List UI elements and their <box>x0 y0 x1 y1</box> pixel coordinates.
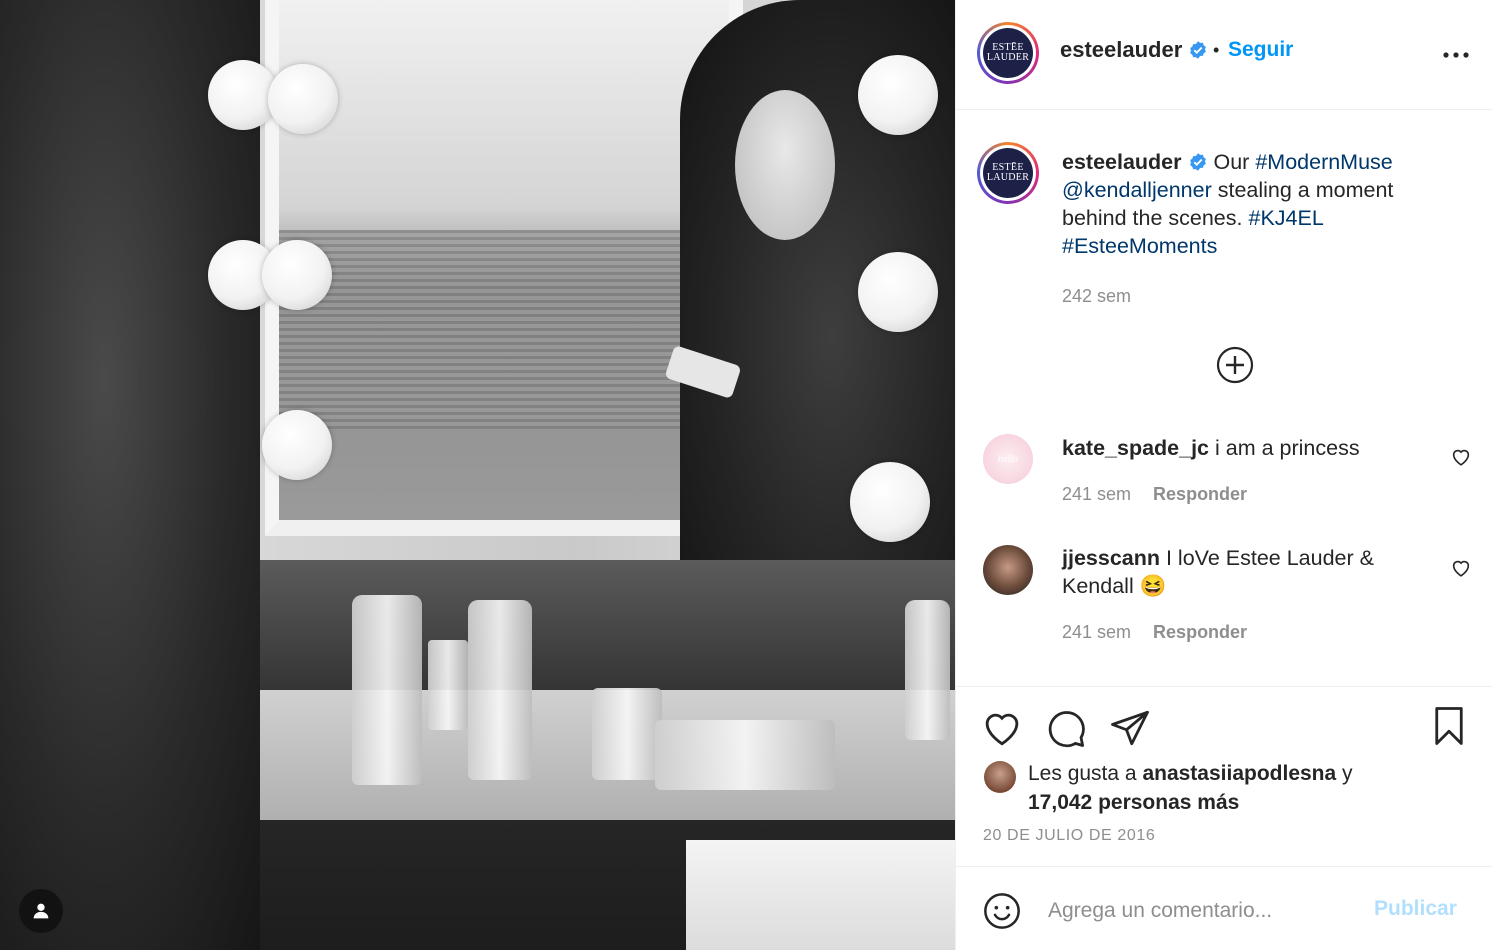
caption-author-avatar[interactable]: ESTĒE LAUDER <box>977 142 1039 204</box>
liker-avatar[interactable] <box>984 761 1016 793</box>
photo-foreground-figure <box>0 0 260 950</box>
comment-item: kate_spade_jc i am a princess 241 sem Res… <box>1062 434 1432 508</box>
load-more-comments-icon[interactable] <box>1216 346 1254 384</box>
caption-username[interactable]: esteelauder <box>1062 150 1182 174</box>
more-options-icon <box>1443 52 1469 58</box>
photo-cup <box>428 640 468 730</box>
photo-blinds <box>279 230 729 430</box>
likes-count[interactable]: 17,042 personas más <box>1028 791 1239 814</box>
commenter-avatar[interactable] <box>983 545 1033 595</box>
post-photo[interactable] <box>0 0 955 950</box>
bookmark-icon[interactable] <box>1428 705 1470 747</box>
author-username[interactable]: esteelauder <box>1060 37 1182 62</box>
comment-item: jjesscann I loVe Estee Lauder & Kendall … <box>1062 544 1432 646</box>
emoji-icon[interactable] <box>982 891 1022 931</box>
hashtag-link[interactable]: #ModernMuse <box>1255 150 1392 174</box>
comment-input[interactable] <box>1046 893 1350 929</box>
hashtag-link[interactable]: #KJ4EL <box>1248 206 1323 230</box>
comment-username[interactable]: jjesscann <box>1062 546 1160 570</box>
add-comment-bar: Publicar <box>956 866 1492 950</box>
commenter-avatar[interactable]: hello <box>983 434 1033 484</box>
post-caption: esteelauder Our #ModernMuse @kendalljenn… <box>1062 148 1462 310</box>
photo-brush-cup <box>592 688 662 780</box>
photo-lotion-bottle <box>905 600 950 740</box>
photo-bulb <box>268 64 338 134</box>
hashtag-link[interactable]: #EsteeMoments <box>1062 234 1217 258</box>
caption-text: Our <box>1213 150 1250 174</box>
separator-dot: • <box>1213 40 1220 60</box>
caption-timestamp: 242 sem <box>1062 286 1132 306</box>
reply-button[interactable]: Responder <box>1153 622 1247 642</box>
photo-bulb <box>850 462 930 542</box>
photo-bulb <box>262 410 332 480</box>
photo-bulb <box>858 252 938 332</box>
user-tag-icon <box>33 903 49 919</box>
reply-button[interactable]: Responder <box>1153 484 1247 504</box>
heart-icon[interactable] <box>1450 446 1472 468</box>
comment-text: i am a princess <box>1215 436 1360 460</box>
heart-icon[interactable] <box>1450 557 1472 579</box>
user-tag-button[interactable] <box>19 889 63 933</box>
publish-button[interactable]: Publicar <box>1374 897 1457 921</box>
verified-badge-icon <box>1189 153 1206 171</box>
photo-tissue-box <box>655 720 835 790</box>
photo-window <box>265 0 743 536</box>
comment-username[interactable]: kate_spade_jc <box>1062 436 1209 460</box>
likes-summary: Les gusta a anastasiiapodlesna y 17,042 … <box>1028 762 1353 814</box>
photo-shelf <box>686 840 955 950</box>
share-icon[interactable] <box>1109 707 1151 749</box>
more-options-button[interactable] <box>1436 40 1476 70</box>
post-actions: Les gusta a anastasiiapodlesna y 17,042 … <box>956 686 1492 866</box>
comment-timestamp: 241 sem <box>1062 622 1132 642</box>
follow-button[interactable]: Seguir <box>1228 38 1293 62</box>
post-header: ESTĒE LAUDER esteelauder • Seguir <box>956 0 1492 110</box>
liker-username[interactable]: anastasiiapodlesna <box>1142 762 1336 785</box>
mention-link[interactable]: @kendalljenner <box>1062 178 1212 202</box>
comment-icon[interactable] <box>1045 707 1087 749</box>
photo-water-bottle <box>468 600 532 780</box>
photo-water-bottle <box>352 595 422 785</box>
author-name-row: esteelauder <box>1060 37 1208 63</box>
post-date: 20 DE JULIO DE 2016 <box>983 827 1156 844</box>
photo-bulb <box>858 55 938 135</box>
comment-timestamp: 241 sem <box>1062 484 1132 504</box>
brand-logo: ESTĒE LAUDER <box>983 28 1033 78</box>
post-side-panel: ESTĒE LAUDER esteelauder • Seguir ESTĒE … <box>955 0 1492 950</box>
photo-bulb <box>262 240 332 310</box>
author-avatar[interactable]: ESTĒE LAUDER <box>977 22 1039 84</box>
brand-logo: ESTĒE LAUDER <box>983 148 1033 198</box>
like-heart-icon[interactable] <box>981 707 1023 749</box>
photo-reflection-face <box>735 90 835 240</box>
verified-badge-icon <box>1190 41 1207 59</box>
